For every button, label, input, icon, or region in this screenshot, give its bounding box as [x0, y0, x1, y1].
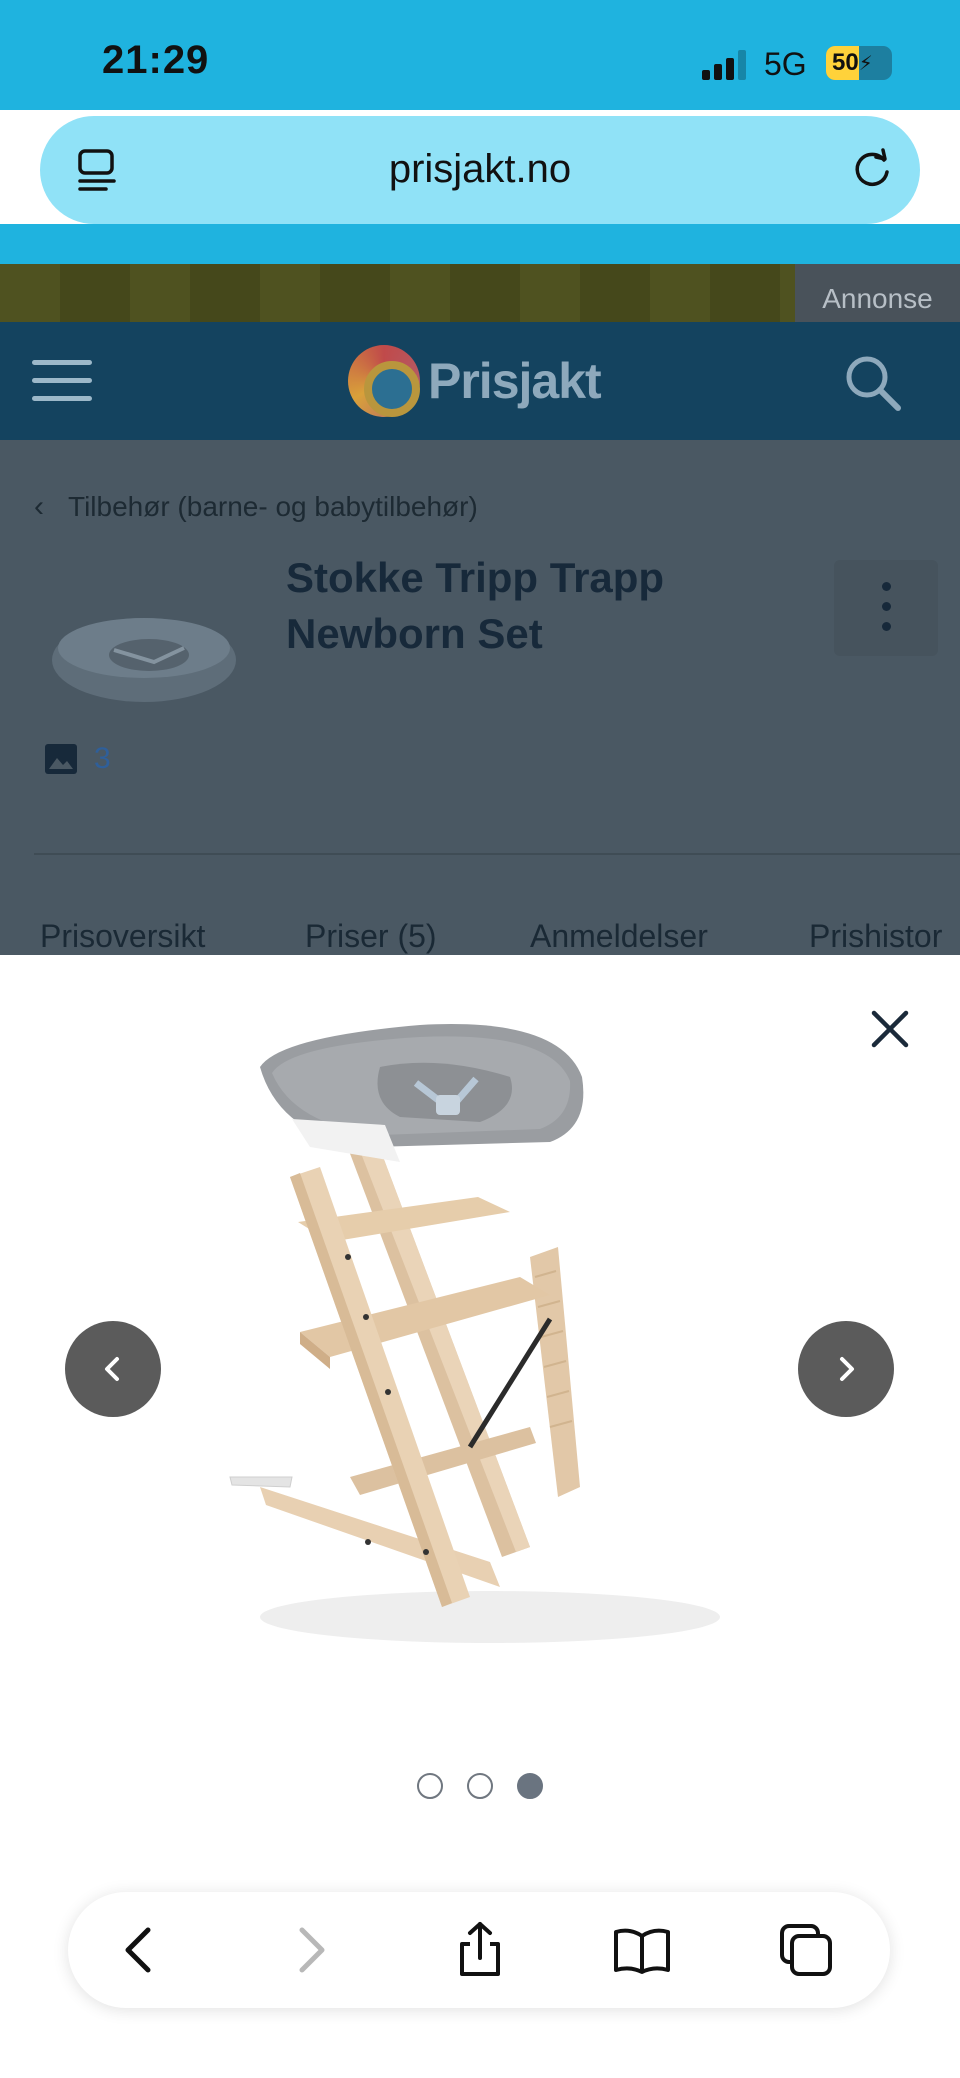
product-thumbnail[interactable]	[44, 590, 244, 720]
hamburger-menu-icon[interactable]	[32, 360, 92, 402]
cellular-signal-icon	[702, 50, 750, 80]
browser-toolbar	[68, 1892, 890, 2008]
logo-mark-icon	[348, 345, 420, 417]
breadcrumb[interactable]: ‹ Tilbehør (barne- og babytilbehør)	[34, 490, 478, 524]
status-bar: 21:29 5G 50⚡	[0, 0, 960, 110]
breadcrumb-label[interactable]: Tilbehør (barne- og babytilbehør)	[68, 491, 478, 523]
image-pagination-dots	[0, 1773, 960, 1799]
product-tabs: Prisoversikt Priser (5) Anmeldelser Pris…	[0, 918, 960, 958]
status-time: 21:29	[102, 38, 210, 82]
forward-icon	[299, 1927, 325, 1973]
tab-prishistorikk[interactable]: Prishistor	[809, 918, 942, 955]
battery-level: 50	[832, 49, 859, 76]
search-icon[interactable]	[842, 352, 904, 414]
tabs-icon	[780, 1924, 832, 1976]
url-text[interactable]: prisjakt.no	[40, 147, 920, 192]
chevron-left-icon: ‹	[34, 490, 44, 523]
image-icon	[45, 744, 77, 774]
share-button[interactable]	[450, 1920, 510, 1980]
site-header: Prisjakt	[0, 322, 960, 440]
tabs-button[interactable]	[776, 1920, 836, 1980]
pagination-dot[interactable]	[417, 1773, 443, 1799]
network-type: 5G	[764, 46, 807, 82]
product-title: Stokke Tripp Trapp Newborn Set	[286, 554, 665, 657]
tab-prisoversikt[interactable]: Prisoversikt	[40, 918, 205, 955]
tab-priser[interactable]: Priser (5)	[305, 918, 437, 955]
tab-anmeldelser[interactable]: Anmeldelser	[530, 918, 708, 955]
back-icon	[125, 1927, 151, 1973]
ad-label: Annonse	[795, 264, 960, 322]
product-image	[229, 1024, 720, 1643]
chevron-right-icon	[840, 1357, 854, 1381]
charging-bolt-icon: ⚡	[858, 53, 873, 75]
browser-chrome-background	[0, 224, 960, 264]
close-icon[interactable]	[862, 1001, 918, 1057]
bookmarks-button[interactable]	[612, 1920, 672, 1980]
divider	[34, 853, 960, 855]
reload-icon[interactable]	[848, 146, 896, 194]
chevron-left-icon	[105, 1357, 119, 1381]
ad-banner[interactable]: Annonse	[0, 264, 960, 322]
previous-image-button[interactable]	[65, 1321, 161, 1417]
bookmarks-icon	[614, 1928, 670, 1974]
share-icon	[460, 1922, 500, 1976]
more-options-button[interactable]	[834, 560, 938, 656]
ad-artwork	[0, 264, 795, 322]
battery-icon: 50⚡	[826, 46, 892, 80]
pagination-dot[interactable]	[517, 1773, 543, 1799]
product-page: ‹ Tilbehør (barne- og babytilbehør) 3 St…	[0, 440, 960, 955]
back-button[interactable]	[112, 1920, 172, 1980]
address-bar[interactable]: prisjakt.no	[40, 116, 920, 224]
forward-button[interactable]	[278, 1920, 338, 1980]
logo-text: Prisjakt	[428, 353, 602, 409]
pagination-dot[interactable]	[467, 1773, 493, 1799]
image-count[interactable]: 3	[44, 742, 111, 776]
image-count-value[interactable]: 3	[94, 742, 111, 776]
site-logo[interactable]: Prisjakt	[348, 344, 602, 418]
next-image-button[interactable]	[798, 1321, 894, 1417]
